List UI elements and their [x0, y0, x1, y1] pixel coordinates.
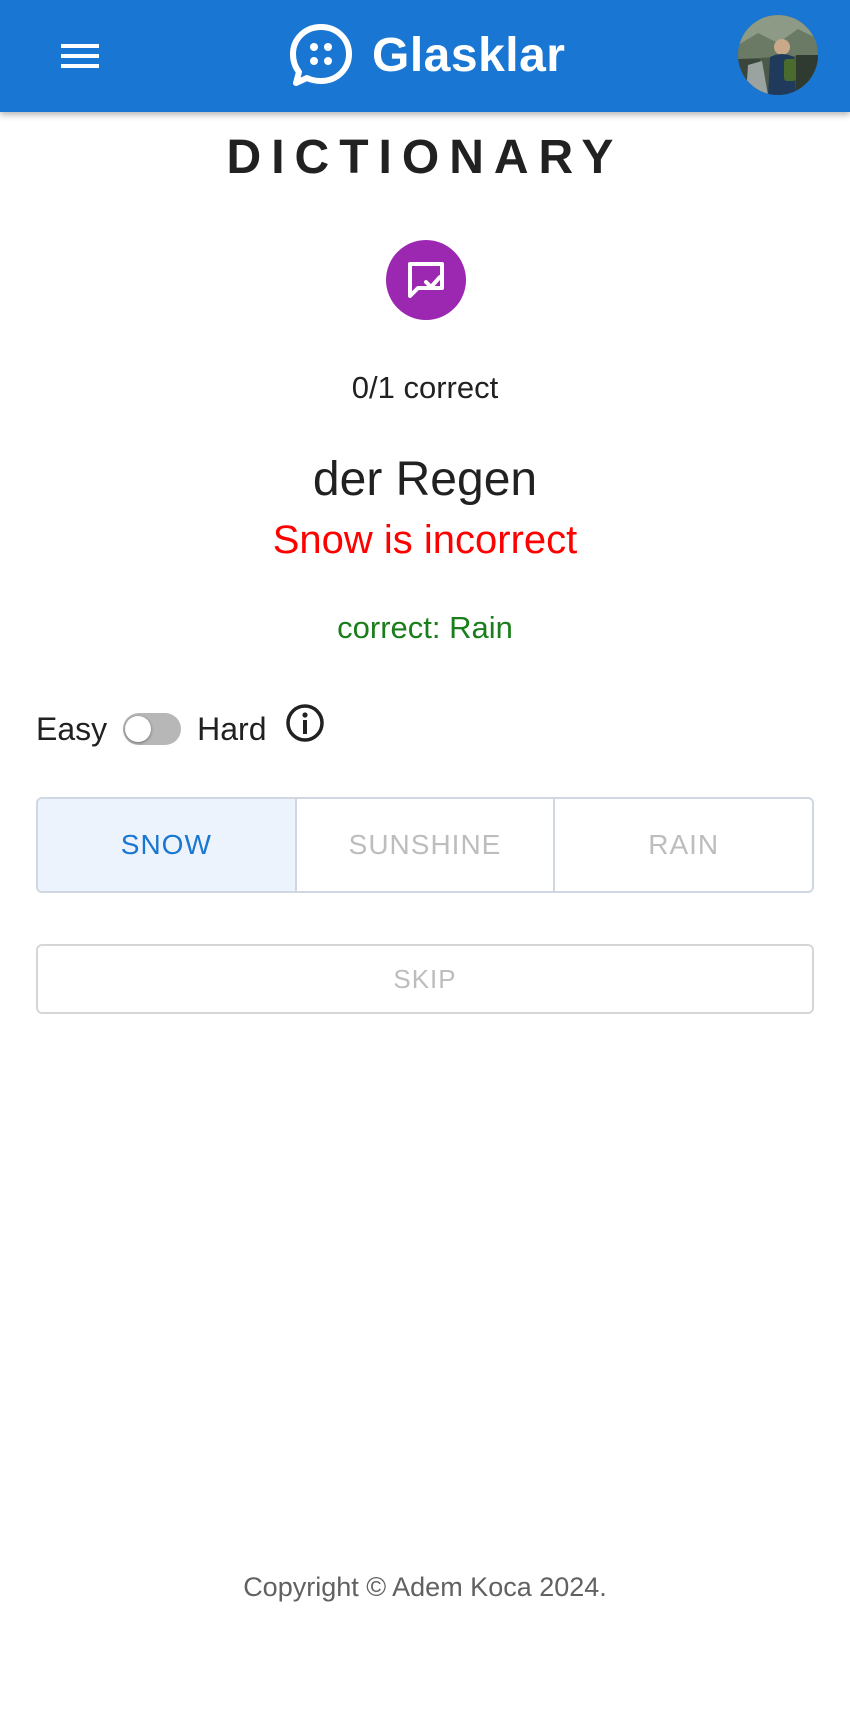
user-avatar[interactable]	[738, 15, 818, 95]
easy-label: Easy	[36, 710, 108, 747]
incorrect-feedback: Snow is incorrect	[272, 518, 578, 562]
app-logo[interactable]: Glasklar	[288, 22, 565, 88]
copyright-footer: Copyright © Adem Koca 2024.	[243, 1572, 607, 1602]
score-text: 0/1 correct	[351, 370, 499, 405]
quiz-badge	[386, 240, 466, 320]
quiz-word: der Regen	[312, 453, 538, 506]
rate-review-check-icon	[408, 262, 444, 298]
option-sunshine[interactable]: SUNSHINE	[294, 799, 554, 891]
skip-button[interactable]: SKIP	[36, 944, 814, 1014]
option-snow[interactable]: SNOW	[38, 799, 295, 891]
difficulty-toggle-row: Easy Hard	[36, 704, 325, 754]
hard-label: Hard	[197, 710, 267, 747]
chat-bubble-icon	[290, 24, 352, 86]
info-icon[interactable]	[285, 703, 325, 743]
correct-answer: correct: Rain	[337, 610, 513, 645]
app-bar: Glasklar	[0, 0, 850, 112]
page-title: DICTIONARY	[226, 131, 624, 184]
switch-knob	[125, 716, 152, 742]
option-rain[interactable]: RAIN	[553, 799, 812, 891]
difficulty-switch[interactable]	[123, 713, 182, 745]
menu-button[interactable]	[52, 30, 108, 82]
menu-icon	[61, 44, 99, 68]
avatar-image	[738, 15, 818, 95]
app-name: Glasklar	[372, 28, 566, 82]
answer-options: SNOW SUNSHINE RAIN	[36, 797, 814, 893]
